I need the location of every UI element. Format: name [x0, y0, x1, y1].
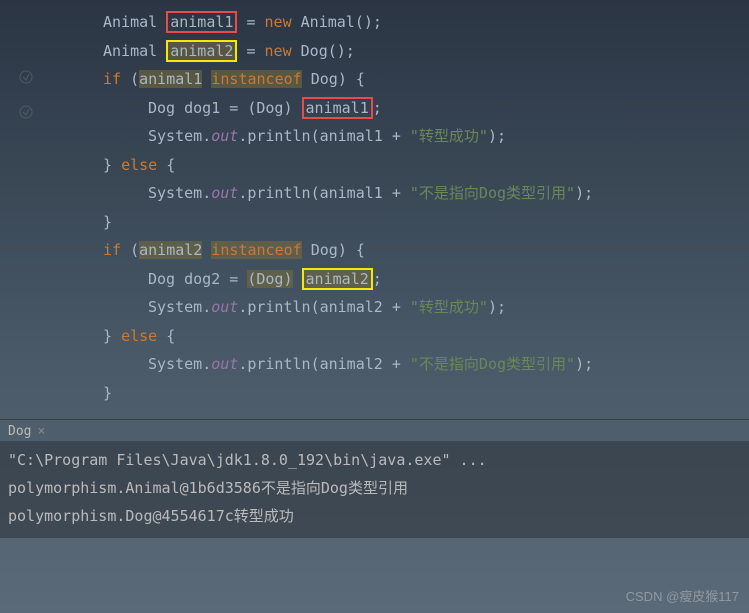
method: println [247, 298, 310, 316]
code-editor[interactable]: Animal animal1 = new Animal(); Animal an… [0, 0, 749, 415]
brace: } [103, 213, 112, 231]
variable: animal2 [139, 241, 202, 259]
gutter-override-icon [18, 101, 34, 117]
code-line[interactable]: if (animal1 instanceof Dog) { [8, 65, 749, 94]
string: "转型成功" [410, 298, 488, 316]
class: System [148, 298, 202, 316]
code-line[interactable]: Animal animal1 = new Animal(); [8, 8, 749, 37]
brace: } [103, 156, 112, 174]
method: println [247, 355, 310, 373]
brace: } [103, 327, 112, 345]
console-tab-bar: Dog × [0, 420, 749, 441]
field: out [211, 355, 238, 373]
type: Dog [311, 241, 338, 259]
keyword: if [103, 241, 121, 259]
variable-highlight-yellow: animal2 [302, 268, 373, 290]
type: Dog [148, 270, 175, 288]
code-line[interactable]: Dog dog2 = (Dog) animal2; [8, 265, 749, 294]
operator: + [392, 184, 401, 202]
code-line[interactable]: if (animal2 instanceof Dog) { [8, 236, 749, 265]
string: "不是指向Dog类型引用" [410, 184, 575, 202]
operator: + [392, 127, 401, 145]
console-line: polymorphism.Dog@4554617c转型成功 [8, 503, 741, 531]
code-line[interactable]: System.out.println(animal1 + "不是指向Dog类型引… [8, 179, 749, 208]
keyword: new [265, 13, 292, 31]
variable: animal2 [320, 298, 383, 316]
type: Dog [148, 99, 175, 117]
variable: animal1 [320, 184, 383, 202]
type: Dog [256, 99, 283, 117]
variable: animal2 [320, 355, 383, 373]
code-line[interactable]: } [8, 208, 749, 237]
console-line: "C:\Program Files\Java\jdk1.8.0_192\bin\… [8, 447, 741, 475]
variable: dog2 [184, 270, 220, 288]
constructor: Dog [301, 42, 328, 60]
variable-highlight-red: animal1 [166, 11, 237, 33]
class: System [148, 355, 202, 373]
string: "转型成功" [410, 127, 488, 145]
variable-highlight-yellow: animal2 [166, 40, 237, 62]
type: Dog [311, 70, 338, 88]
console-tab[interactable]: Dog [8, 424, 31, 439]
code-line[interactable]: Dog dog1 = (Dog) animal1; [8, 94, 749, 123]
string: "不是指向Dog类型引用" [410, 355, 575, 373]
keyword: instanceof [211, 70, 301, 88]
code-line[interactable]: } else { [8, 322, 749, 351]
variable: animal1 [320, 127, 383, 145]
keyword: else [121, 156, 157, 174]
operator: + [392, 355, 401, 373]
keyword: else [121, 327, 157, 345]
close-icon[interactable]: × [37, 424, 45, 439]
code-line[interactable]: } [8, 379, 749, 408]
brace: } [103, 384, 112, 402]
keyword: if [103, 70, 121, 88]
code-line[interactable]: System.out.println(animal1 + "转型成功"); [8, 122, 749, 151]
class: System [148, 127, 202, 145]
keyword: instanceof [211, 241, 301, 259]
field: out [211, 184, 238, 202]
watermark: CSDN @瘦皮猴117 [626, 586, 739, 605]
brace: { [166, 327, 175, 345]
type: Dog [256, 270, 283, 288]
field: out [211, 127, 238, 145]
class: System [148, 184, 202, 202]
code-line[interactable]: } else { [8, 151, 749, 180]
method: println [247, 127, 310, 145]
type: Animal [103, 42, 157, 60]
variable: dog1 [184, 99, 220, 117]
code-line[interactable]: System.out.println(animal2 + "不是指向Dog类型引… [8, 350, 749, 379]
method: println [247, 184, 310, 202]
code-line[interactable]: Animal animal2 = new Dog(); [8, 37, 749, 66]
variable-highlight-red: animal1 [302, 97, 373, 119]
console-output[interactable]: "C:\Program Files\Java\jdk1.8.0_192\bin\… [0, 441, 749, 538]
keyword: new [265, 42, 292, 60]
operator: + [392, 298, 401, 316]
gutter-override-icon [18, 66, 34, 82]
brace: { [166, 156, 175, 174]
variable: animal1 [139, 70, 202, 88]
field: out [211, 298, 238, 316]
type: Animal [103, 13, 157, 31]
constructor: Animal [301, 13, 355, 31]
code-line[interactable]: System.out.println(animal2 + "转型成功"); [8, 293, 749, 322]
console-line: polymorphism.Animal@1b6d3586不是指向Dog类型引用 [8, 475, 741, 503]
